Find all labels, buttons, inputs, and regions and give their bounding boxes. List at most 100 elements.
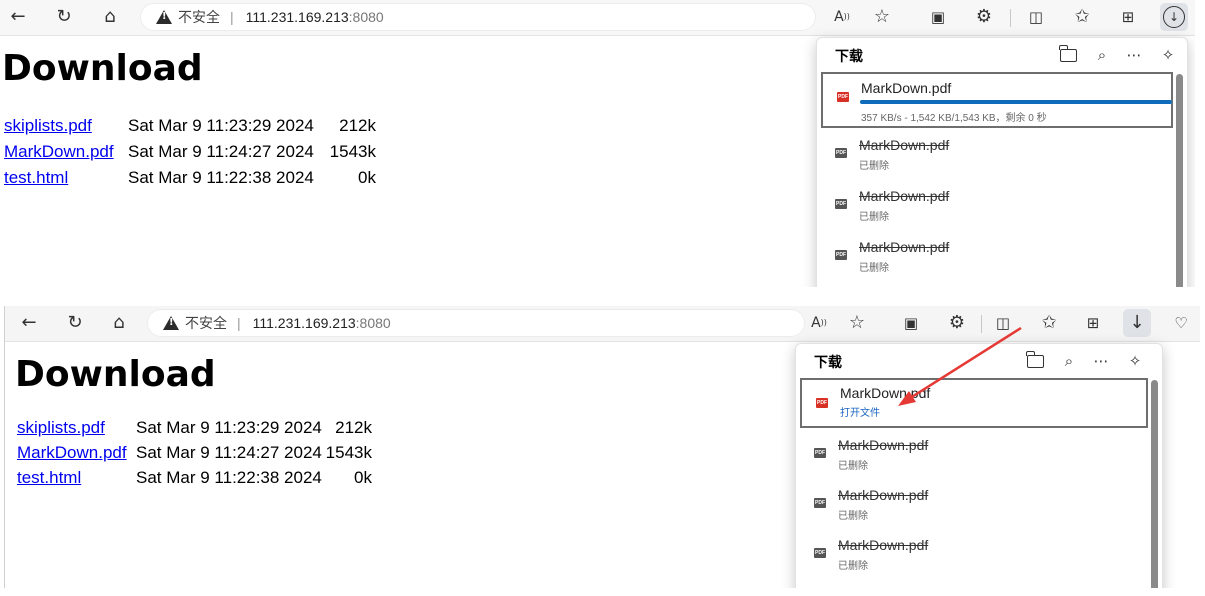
deleted-label: 已删除: [838, 561, 868, 572]
extensions-icon[interactable]: ⚙: [970, 3, 998, 31]
download-file-name: MarkDown.pdf: [838, 487, 929, 503]
deleted-label: 已删除: [838, 461, 868, 472]
pin-icon[interactable]: ✧: [1157, 44, 1179, 66]
deleted-label: 已删除: [859, 263, 889, 274]
download-file-name: MarkDown.pdf: [838, 437, 929, 453]
search-icon[interactable]: ⌕: [1058, 350, 1080, 372]
extensions-icon[interactable]: ⚙: [943, 309, 971, 337]
tab-collections-icon[interactable]: ⊞: [1079, 309, 1107, 337]
folder-icon[interactable]: [1024, 350, 1046, 372]
url-port: :8080: [348, 9, 384, 25]
file-link[interactable]: MarkDown.pdf: [17, 443, 127, 463]
pdf-icon: PDF: [835, 148, 847, 158]
download-item[interactable]: PDF MarkDown.pdf 已删除: [800, 430, 1148, 480]
more-icon[interactable]: ⋯: [1123, 44, 1145, 66]
download-file-name: MarkDown.pdf: [838, 537, 929, 553]
read-aloud-icon[interactable]: A)): [828, 3, 856, 31]
scrollbar[interactable]: [1151, 380, 1158, 588]
back-arrow-icon[interactable]: ←: [4, 3, 32, 31]
downloads-panel-title: 下载: [835, 48, 863, 64]
download-icon[interactable]: ↓: [1123, 309, 1151, 337]
downloads-panel-header: 下载 ⌕ ⋯ ✧: [817, 38, 1187, 72]
file-link[interactable]: MarkDown.pdf: [4, 142, 114, 162]
download-item[interactable]: PDF MarkDown.pdf 已删除: [800, 530, 1148, 580]
collections-icon[interactable]: ▣: [897, 309, 925, 337]
file-size: 0k: [358, 168, 376, 187]
warning-icon: [163, 316, 179, 330]
file-link[interactable]: skiplists.pdf: [4, 116, 92, 136]
screenshot-completed: ← ↻ ⌂ 不安全 | 111.231.169.213:8080 A)) ☆ ▣…: [4, 306, 1200, 588]
address-separator: |: [230, 9, 234, 25]
file-link[interactable]: test.html: [17, 468, 81, 488]
screenshot-downloading: ← ↻ ⌂ 不安全 | 111.231.169.213:8080 A)) ☆ ▣…: [0, 0, 1195, 287]
downloads-panel-title: 下载: [814, 354, 842, 370]
collections-icon[interactable]: ▣: [924, 3, 952, 31]
favorite-star-icon[interactable]: ☆: [868, 3, 896, 31]
scrollbar[interactable]: [1176, 74, 1183, 287]
address-bar[interactable]: 不安全 | 111.231.169.213:8080: [140, 3, 816, 31]
url-host: 111.231.169.213: [245, 9, 349, 25]
health-icon[interactable]: ♡: [1167, 309, 1195, 337]
home-icon[interactable]: ⌂: [96, 3, 124, 31]
home-icon[interactable]: ⌂: [105, 309, 133, 337]
pdf-icon: PDF: [835, 250, 847, 260]
search-icon[interactable]: ⌕: [1091, 44, 1113, 66]
download-item[interactable]: PDF MarkDown.pdf 已删除: [821, 130, 1173, 181]
pdf-icon: PDF: [816, 398, 828, 408]
pdf-icon: PDF: [837, 92, 849, 102]
download-progress-bar: [860, 100, 1172, 104]
pin-icon[interactable]: ✧: [1124, 350, 1146, 372]
pdf-icon: PDF: [814, 498, 826, 508]
url-host: 111.231.169.213: [252, 315, 356, 331]
split-screen-icon[interactable]: ◫: [989, 309, 1017, 337]
refresh-icon[interactable]: ↻: [50, 3, 78, 31]
refresh-icon[interactable]: ↻: [61, 309, 89, 337]
download-file-name: MarkDown.pdf: [859, 188, 950, 204]
download-file-name: MarkDown.pdf: [861, 80, 952, 96]
file-size: 0k: [354, 468, 372, 487]
page-title: Download: [15, 354, 216, 395]
downloads-panel-header: 下载 ⌕ ⋯ ✧: [796, 344, 1162, 378]
back-arrow-icon[interactable]: ←: [15, 309, 43, 337]
favorite-star-icon[interactable]: ☆: [843, 309, 871, 337]
pdf-icon: PDF: [835, 199, 847, 209]
insecure-label: 不安全: [178, 9, 220, 25]
deleted-label: 已删除: [859, 212, 889, 223]
pdf-icon: PDF: [814, 548, 826, 558]
address-bar[interactable]: 不安全 | 111.231.169.213:8080: [147, 309, 805, 337]
toolbar-separator: [1010, 9, 1011, 27]
folder-icon[interactable]: [1057, 44, 1079, 66]
pdf-icon: PDF: [814, 448, 826, 458]
address-separator: |: [237, 315, 241, 331]
url-port: :8080: [355, 315, 391, 331]
download-list: PDF MarkDown.pdf 357 KB/s - 1,542 KB/1,5…: [821, 72, 1173, 287]
tab-collections-icon[interactable]: ⊞: [1114, 3, 1142, 31]
split-screen-icon[interactable]: ◫: [1022, 3, 1050, 31]
page-title: Download: [2, 48, 203, 89]
download-icon[interactable]: ↓: [1160, 3, 1188, 31]
download-item[interactable]: PDF MarkDown.pdf 已删除: [821, 232, 1173, 283]
browser-toolbar: ← ↻ ⌂ 不安全 | 111.231.169.213:8080 A)) ☆ ▣…: [5, 306, 1200, 342]
file-size: 212k: [335, 418, 372, 437]
read-aloud-icon[interactable]: A)): [805, 309, 833, 337]
favorites-icon[interactable]: ✩: [1035, 309, 1063, 337]
deleted-label: 已删除: [838, 511, 868, 522]
download-status: 357 KB/s - 1,542 KB/1,543 KB，剩余 0 秒: [861, 113, 1047, 124]
file-size: 212k: [339, 116, 376, 135]
download-item[interactable]: PDF MarkDown.pdf 已删除: [800, 480, 1148, 530]
download-item-current[interactable]: PDF MarkDown.pdf 打开文件: [800, 378, 1148, 428]
more-icon[interactable]: ⋯: [1090, 350, 1112, 372]
file-link[interactable]: test.html: [4, 168, 68, 188]
download-list: PDF MarkDown.pdf 打开文件 PDF MarkDown.pdf 已…: [800, 378, 1148, 588]
download-progress-fill: [860, 100, 1172, 104]
downloads-panel: 下载 ⌕ ⋯ ✧ PDF MarkDown.pdf 357 KB/s - 1,5…: [816, 37, 1188, 287]
open-file-link[interactable]: 打开文件: [840, 404, 880, 419]
download-item-current[interactable]: PDF MarkDown.pdf 357 KB/s - 1,542 KB/1,5…: [821, 72, 1173, 128]
browser-toolbar: ← ↻ ⌂ 不安全 | 111.231.169.213:8080 A)) ☆ ▣…: [0, 0, 1195, 36]
download-item[interactable]: PDF MarkDown.pdf 已删除: [821, 181, 1173, 232]
file-size: 1543k: [325, 443, 372, 462]
toolbar-separator: [981, 315, 982, 333]
download-file-name: MarkDown.pdf: [859, 137, 950, 153]
file-link[interactable]: skiplists.pdf: [17, 418, 105, 438]
favorites-icon[interactable]: ✩: [1068, 3, 1096, 31]
